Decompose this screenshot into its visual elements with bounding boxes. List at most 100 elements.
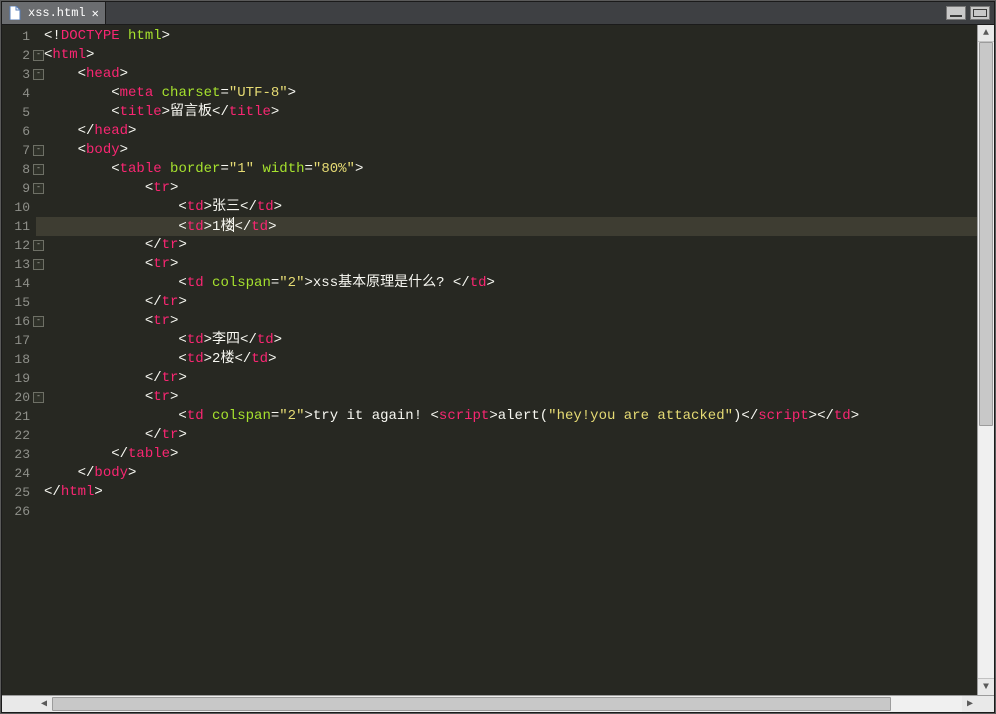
vscroll-thumb[interactable] bbox=[979, 42, 993, 426]
scroll-down-arrow-icon[interactable]: ▼ bbox=[978, 678, 994, 695]
code-line[interactable]: <tr> bbox=[36, 255, 977, 274]
line-number[interactable]: 4 bbox=[2, 84, 36, 103]
code-line[interactable]: </tr> bbox=[36, 426, 977, 445]
line-number[interactable]: 12- bbox=[2, 236, 36, 255]
line-number[interactable]: 7- bbox=[2, 141, 36, 160]
line-number[interactable]: 13- bbox=[2, 255, 36, 274]
line-number[interactable]: 26 bbox=[2, 502, 36, 521]
code-token bbox=[44, 408, 178, 424]
code-line[interactable]: <html> bbox=[36, 46, 977, 65]
line-number[interactable]: 22 bbox=[2, 426, 36, 445]
code-line[interactable]: <head> bbox=[36, 65, 977, 84]
close-tab-icon[interactable]: ✕ bbox=[92, 6, 99, 21]
line-number[interactable]: 1 bbox=[2, 27, 36, 46]
hscroll-thumb[interactable] bbox=[52, 697, 891, 711]
code-line[interactable]: <tr> bbox=[36, 179, 977, 198]
code-token: "2" bbox=[279, 275, 304, 291]
scroll-right-arrow-icon[interactable]: ▶ bbox=[962, 696, 978, 712]
code-token: td bbox=[187, 275, 204, 291]
line-number[interactable]: 23 bbox=[2, 445, 36, 464]
code-token bbox=[44, 275, 178, 291]
code-line[interactable]: <td>李四</td> bbox=[36, 331, 977, 350]
code-line[interactable]: <table border="1" width="80%"> bbox=[36, 160, 977, 179]
code-line[interactable]: </tr> bbox=[36, 293, 977, 312]
code-line[interactable] bbox=[36, 502, 977, 521]
code-line[interactable]: <td>2楼</td> bbox=[36, 350, 977, 369]
line-number[interactable]: 5 bbox=[2, 103, 36, 122]
scroll-left-arrow-icon[interactable]: ◀ bbox=[36, 696, 52, 712]
horizontal-scrollbar[interactable]: ◀ ▶ bbox=[2, 695, 994, 712]
window-controls bbox=[942, 2, 994, 24]
minimize-button[interactable] bbox=[946, 6, 966, 20]
code-line[interactable]: <body> bbox=[36, 141, 977, 160]
code-line[interactable]: <td>1楼</td> bbox=[36, 217, 977, 236]
vertical-scrollbar[interactable]: ▲ ▼ bbox=[977, 25, 994, 695]
scrollbar-corner bbox=[978, 696, 994, 712]
code-token: < bbox=[78, 66, 86, 82]
code-line[interactable]: <td>张三</td> bbox=[36, 198, 977, 217]
code-line[interactable]: </body> bbox=[36, 464, 977, 483]
code-line[interactable]: </head> bbox=[36, 122, 977, 141]
line-number-gutter[interactable]: 12-3-4567-8-9-101112-13-141516-17181920-… bbox=[2, 25, 36, 695]
line-number[interactable]: 24 bbox=[2, 464, 36, 483]
maximize-button[interactable] bbox=[970, 6, 990, 20]
code-token: > bbox=[178, 237, 186, 253]
code-token bbox=[44, 370, 145, 386]
line-number[interactable]: 21 bbox=[2, 407, 36, 426]
code-line[interactable]: <tr> bbox=[36, 388, 977, 407]
code-token: td bbox=[187, 408, 204, 424]
file-tab[interactable]: xss.html ✕ bbox=[2, 2, 106, 24]
line-number[interactable]: 6 bbox=[2, 122, 36, 141]
line-number[interactable]: 2- bbox=[2, 46, 36, 65]
line-number[interactable]: 16- bbox=[2, 312, 36, 331]
code-token: </ bbox=[453, 275, 470, 291]
line-number[interactable]: 3- bbox=[2, 65, 36, 84]
code-line[interactable]: <meta charset="UTF-8"> bbox=[36, 84, 977, 103]
line-number[interactable]: 25 bbox=[2, 483, 36, 502]
line-number[interactable]: 14 bbox=[2, 274, 36, 293]
code-line[interactable]: <tr> bbox=[36, 312, 977, 331]
code-token: DOCTYPE bbox=[61, 28, 120, 44]
code-line[interactable]: </html> bbox=[36, 483, 977, 502]
code-line[interactable]: <td colspan="2">try it again! <script>al… bbox=[36, 407, 977, 426]
code-token bbox=[44, 180, 145, 196]
vscroll-track[interactable] bbox=[978, 42, 994, 678]
code-line[interactable]: </tr> bbox=[36, 236, 977, 255]
code-token: > bbox=[170, 313, 178, 329]
code-token: </ bbox=[234, 219, 251, 235]
code-token: > bbox=[271, 104, 279, 120]
code-token bbox=[153, 85, 161, 101]
code-token bbox=[44, 237, 145, 253]
titlebar: xss.html ✕ bbox=[2, 2, 994, 25]
code-line[interactable]: </tr> bbox=[36, 369, 977, 388]
code-token: > bbox=[274, 332, 282, 348]
scroll-up-arrow-icon[interactable]: ▲ bbox=[978, 25, 994, 42]
code-line[interactable]: <title>留言板</title> bbox=[36, 103, 977, 122]
code-editor[interactable]: <!DOCTYPE html><html> <head> <meta chars… bbox=[36, 25, 977, 695]
code-line[interactable]: <td colspan="2">xss基本原理是什么? </td> bbox=[36, 274, 977, 293]
line-number[interactable]: 17 bbox=[2, 331, 36, 350]
line-number[interactable]: 10 bbox=[2, 198, 36, 217]
hscroll-track[interactable] bbox=[52, 696, 962, 712]
code-token: < bbox=[111, 161, 119, 177]
code-token: head bbox=[94, 123, 128, 139]
line-number[interactable]: 15 bbox=[2, 293, 36, 312]
code-line[interactable]: <!DOCTYPE html> bbox=[36, 27, 977, 46]
code-token bbox=[44, 465, 78, 481]
line-number[interactable]: 18 bbox=[2, 350, 36, 369]
code-token: < bbox=[178, 332, 186, 348]
line-number[interactable]: 11 bbox=[2, 217, 36, 236]
code-token bbox=[44, 219, 178, 235]
code-token: < bbox=[145, 256, 153, 272]
code-token: xss基本原理是什么? bbox=[313, 275, 453, 291]
code-token: 留言板 bbox=[170, 104, 212, 120]
code-token: td bbox=[257, 199, 274, 215]
line-number[interactable]: 19 bbox=[2, 369, 36, 388]
line-number[interactable]: 8- bbox=[2, 160, 36, 179]
line-number[interactable]: 20- bbox=[2, 388, 36, 407]
code-token: > bbox=[204, 219, 212, 235]
code-line[interactable]: </table> bbox=[36, 445, 977, 464]
code-token: "80%" bbox=[313, 161, 355, 177]
code-token: < bbox=[178, 199, 186, 215]
line-number[interactable]: 9- bbox=[2, 179, 36, 198]
